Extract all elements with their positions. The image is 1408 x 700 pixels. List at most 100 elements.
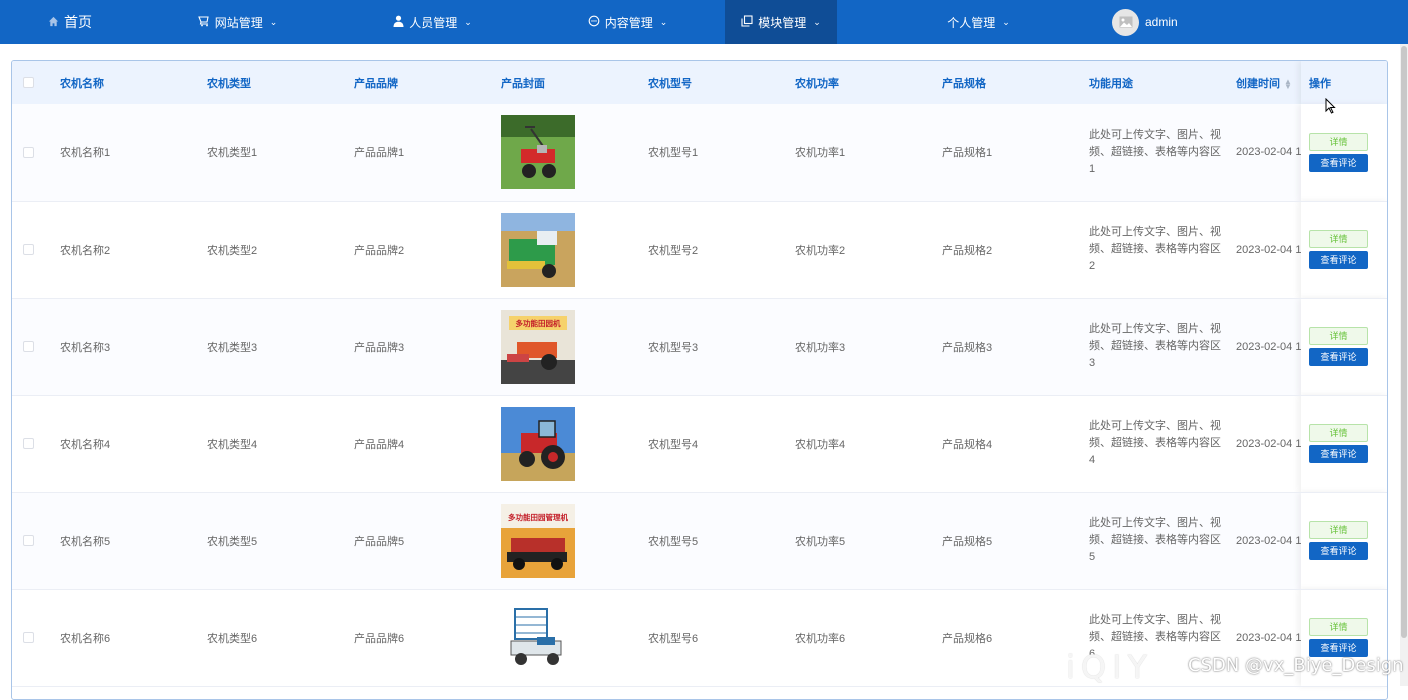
- home-icon: [48, 16, 59, 29]
- cell-usage: 此处可上传文字、图片、视频、超链接、表格等内容区2: [1089, 226, 1221, 272]
- product-cover-image[interactable]: [501, 600, 645, 675]
- detail-button[interactable]: 详情: [1309, 618, 1368, 636]
- cell-spec: 产品规格6: [942, 632, 993, 645]
- username: admin: [1145, 15, 1178, 29]
- header-model: 农机型号: [648, 77, 692, 90]
- avatar: [1112, 8, 1139, 36]
- header-created[interactable]: 创建时间 ▲ ▼: [1233, 61, 1301, 104]
- cell-ops: 详情 查看评论: [1301, 201, 1387, 298]
- product-cover-image[interactable]: 多功能田园管理机: [501, 503, 645, 578]
- nav-content-management[interactable]: 内容管理 ⌄: [530, 0, 725, 44]
- cell-name: 农机名称6: [60, 632, 111, 645]
- row-select-cell: [12, 589, 57, 686]
- detail-button[interactable]: 详情: [1309, 327, 1368, 345]
- cell-cover: [498, 104, 645, 201]
- cell-brand: 产品品牌2: [354, 244, 405, 257]
- detail-button[interactable]: 详情: [1309, 230, 1368, 248]
- row-checkbox[interactable]: [23, 244, 34, 255]
- cell-type: 农机类型1: [207, 147, 258, 160]
- header-usage: 功能用途: [1089, 77, 1133, 90]
- row-select-cell: [12, 201, 57, 298]
- detail-button[interactable]: 详情: [1309, 132, 1368, 151]
- scrollbar-thumb[interactable]: [1401, 46, 1407, 638]
- cell-usage: 此处可上传文字、图片、视频、超链接、表格等内容区3: [1089, 323, 1221, 369]
- detail-button[interactable]: 详情: [1309, 521, 1368, 539]
- cell-spec: 产品规格1: [942, 147, 993, 160]
- cell-model: 农机型号1: [648, 147, 699, 160]
- chevron-down-icon: ⌄: [269, 16, 278, 27]
- cell-spec: 产品规格2: [942, 244, 993, 257]
- select-all-cell: [12, 61, 57, 104]
- table-row: 农机名称2 农机类型2 产品品牌2 农机型号2 农机功率2 产品规格2 此处可上…: [12, 201, 1387, 298]
- top-nav: 首页 网站管理 ⌄ 人员管理 ⌄ 内容管理 ⌄ 模块管理 ⌄ 个人管理 ⌄ ad…: [0, 0, 1408, 44]
- cell-ops: 详情 查看评论: [1301, 104, 1387, 201]
- chevron-down-icon: ⌄: [464, 16, 472, 27]
- header-type: 农机类型: [207, 77, 251, 90]
- view-reviews-button[interactable]: 查看评论: [1309, 251, 1368, 269]
- product-cover-image[interactable]: [501, 406, 645, 481]
- cell-brand: 产品品牌4: [354, 438, 405, 451]
- cell-ops: 详情 查看评论: [1301, 492, 1387, 589]
- row-checkbox[interactable]: [23, 438, 34, 449]
- chevron-down-icon: ⌄: [813, 16, 821, 27]
- row-select-cell: [12, 298, 57, 395]
- cell-usage: 此处可上传文字、图片、视频、超链接、表格等内容区4: [1089, 420, 1221, 466]
- cell-name: 农机名称2: [60, 244, 111, 257]
- product-cover-image[interactable]: [501, 115, 645, 190]
- cell-power: 农机功率4: [795, 438, 846, 451]
- data-table: 农机名称 农机类型 产品品牌 产品封面 农机型号 农机功率 产品规格 功能用途 …: [11, 60, 1388, 700]
- cell-power: 农机功率6: [795, 632, 846, 645]
- nav-site-management[interactable]: 网站管理 ⌄: [140, 0, 335, 44]
- chevron-down-icon: ⌄: [1002, 16, 1010, 27]
- cell-cover: [498, 201, 645, 298]
- cell-type: 农机类型3: [207, 341, 258, 354]
- detail-button[interactable]: 详情: [1309, 424, 1368, 442]
- header-power: 农机功率: [795, 77, 839, 90]
- cell-type: 农机类型5: [207, 535, 258, 548]
- view-reviews-button[interactable]: 查看评论: [1309, 445, 1368, 463]
- cover-caption: 多功能田园机: [516, 318, 561, 328]
- nav-module-management[interactable]: 模块管理 ⌄: [725, 0, 837, 44]
- cell-name: 农机名称1: [60, 147, 111, 160]
- cell-cover: [498, 395, 645, 492]
- nav-home[interactable]: 首页: [0, 0, 140, 44]
- table-row: 农机名称4 农机类型4 产品品牌4 农机型号4 农机功率4 产品规格4 此处可上…: [12, 395, 1387, 492]
- view-reviews-button[interactable]: 查看评论: [1309, 348, 1368, 366]
- view-reviews-button[interactable]: 查看评论: [1309, 153, 1368, 172]
- row-checkbox[interactable]: [23, 632, 34, 643]
- nav-content-label: 内容管理: [604, 15, 653, 30]
- cell-brand: 产品品牌5: [354, 535, 405, 548]
- table-row: 农机名称1 农机类型1 产品品牌1 农机型号1 农机功率1 产品规格1 此处可上…: [12, 104, 1387, 201]
- row-select-cell: [12, 395, 57, 492]
- nav-personal-management[interactable]: 个人管理 ⌄: [881, 0, 1076, 44]
- cell-brand: 产品品牌3: [354, 341, 405, 354]
- cell-type: 农机类型2: [207, 244, 258, 257]
- copy-icon: [741, 15, 753, 29]
- nav-site-label: 网站管理: [214, 15, 263, 30]
- view-reviews-button[interactable]: 查看评论: [1309, 542, 1368, 560]
- row-select-cell: [12, 492, 57, 589]
- cell-created: 2023-02-04 1: [1236, 437, 1301, 450]
- nav-staff-management[interactable]: 人员管理 ⌄: [335, 0, 530, 44]
- nav-home-label: 首页: [64, 14, 92, 30]
- row-checkbox[interactable]: [23, 146, 34, 158]
- select-all-checkbox[interactable]: [23, 77, 34, 88]
- product-cover-image[interactable]: [501, 212, 645, 287]
- cell-spec: 产品规格3: [942, 341, 993, 354]
- nav-module-label: 模块管理: [758, 15, 807, 30]
- product-cover-image[interactable]: 多功能田园机: [501, 309, 645, 384]
- cell-ops: 详情 查看评论: [1301, 298, 1387, 395]
- watermark-text: CSDN @vx_Biye_Design: [1188, 655, 1404, 676]
- cell-cover: 多功能田园机: [498, 298, 645, 395]
- sort-icon[interactable]: ▲ ▼: [1284, 77, 1292, 90]
- cell-usage: 此处可上传文字、图片、视频、超链接、表格等内容区5: [1089, 517, 1221, 563]
- cell-power: 农机功率5: [795, 535, 846, 548]
- table-header-row: 农机名称 农机类型 产品品牌 产品封面 农机型号 农机功率 产品规格 功能用途 …: [12, 61, 1387, 104]
- header-created-label: 创建时间: [1236, 77, 1280, 90]
- row-checkbox[interactable]: [23, 535, 34, 546]
- row-checkbox[interactable]: [23, 341, 34, 352]
- cell-spec: 产品规格5: [942, 535, 993, 548]
- cell-created: 2023-02-04 1: [1236, 146, 1301, 159]
- header-spec: 产品规格: [942, 77, 986, 90]
- user-menu[interactable]: admin: [1112, 0, 1178, 44]
